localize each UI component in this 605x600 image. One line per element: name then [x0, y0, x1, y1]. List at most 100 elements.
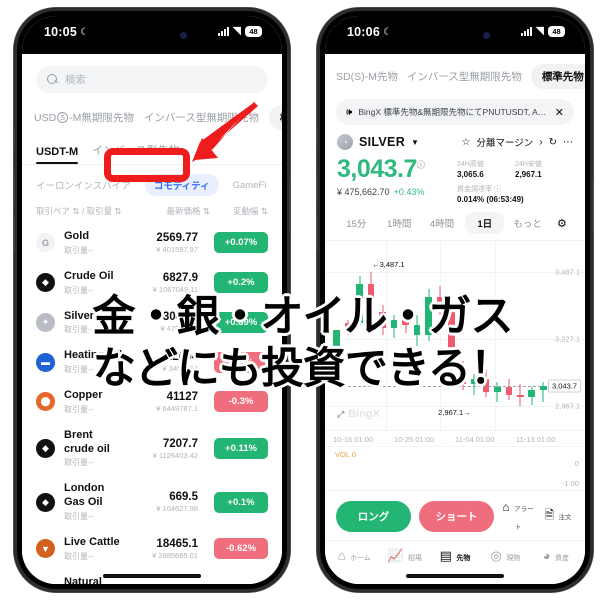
- row-price-fiat: ¥ 2885685.01: [152, 550, 198, 560]
- sub-tab-usdt-m[interactable]: USDT-M: [36, 146, 79, 164]
- row-price-fiat: ¥ 401597.97: [156, 244, 198, 254]
- close-icon[interactable]: ✕: [555, 106, 564, 119]
- power-button-right[interactable]: [592, 178, 593, 232]
- volume-up-button[interactable]: [14, 170, 15, 206]
- column-header-pair[interactable]: 取引ペア ⇅ / 取引量 ⇅: [36, 205, 148, 217]
- speaker-icon: 🕪: [346, 106, 353, 118]
- chevron-down-icon[interactable]: ▼: [411, 138, 419, 147]
- row-price-fiat: ¥ 1126403.42: [152, 450, 198, 460]
- alert-label: アラート: [514, 506, 534, 531]
- status-badge[interactable]: +0.11%: [214, 438, 268, 459]
- volume-pane: VOL 0 0 -1.00: [325, 446, 585, 490]
- price-fiat: ¥ 475,662.70: [337, 186, 390, 197]
- row-price: 6827.9 ¥ 1067049.11: [132, 272, 198, 294]
- refresh-icon[interactable]: ↻: [549, 137, 557, 148]
- right-market-type-tabs: SD(S)-M先物 インバース型無期限先物 標準先物 🎁: [325, 54, 585, 93]
- table-row[interactable]: G Gold 取引量-- 2569.77 ¥ 401597.97 +0.07%: [22, 223, 282, 263]
- category-tab-fantoken[interactable]: ファントークン: [280, 178, 282, 192]
- margin-mode-label[interactable]: 分離マージン: [476, 135, 533, 149]
- red-arrow-icon: [192, 101, 258, 162]
- volume-down-button-right[interactable]: [317, 216, 318, 252]
- row-price: 41127 ¥ 6449787.1: [132, 391, 198, 413]
- timeframe-4h[interactable]: 4時間: [423, 212, 462, 234]
- funding-info-icon[interactable]: ⓘ: [494, 186, 501, 193]
- long-button[interactable]: ロング: [336, 500, 411, 532]
- search-area: 検索: [22, 56, 282, 97]
- row-volume: 取引量--: [64, 551, 94, 561]
- row-price-value: 2569.77: [156, 231, 198, 244]
- timeframe-1h[interactable]: 1時間: [380, 212, 419, 234]
- pie-chart-icon: ◕: [542, 548, 551, 563]
- y-axis-label: 2,967.1: [554, 401, 580, 411]
- table-row[interactable]: ◆ Brent crude oil 取引量-- 7207.7 ¥ 1126403.42 +…: [22, 422, 282, 476]
- status-badge[interactable]: +0.2%: [214, 272, 268, 294]
- tab-spot[interactable]: ◎ 現物: [480, 547, 530, 565]
- coin-icon: G: [36, 233, 55, 253]
- right-status-bar: 10:06 ☾ ◥ 48: [325, 16, 585, 54]
- x-axis-label: 10-16 01:00: [333, 435, 374, 444]
- status-badge[interactable]: -0.62%: [214, 538, 268, 560]
- home-indicator[interactable]: [103, 574, 201, 578]
- tab-inverse-perpetual-right[interactable]: インバース型無期限先物: [407, 69, 522, 84]
- trade-actions: ロング ショート ⌂ アラート 🗎 注文: [325, 490, 585, 540]
- timeframe-1d[interactable]: 1日: [465, 212, 505, 234]
- column-header-change[interactable]: 変動幅 ⇅: [210, 205, 268, 217]
- category-tab-gamefi[interactable]: GameFi: [233, 180, 267, 191]
- market-list: G Gold 取引量-- 2569.77 ¥ 401597.97 +0.07% ◆ Crude…: [22, 223, 282, 584]
- status-time: 10:05 ☾: [44, 25, 89, 39]
- status-badge[interactable]: -0.3%: [214, 391, 268, 413]
- row-volume: 取引量--: [64, 511, 94, 521]
- orders-button[interactable]: 🗎 注文: [542, 506, 574, 527]
- tab-futures-label: 先物: [456, 555, 471, 562]
- mute-switch[interactable]: [14, 128, 15, 150]
- volume-down-button[interactable]: [14, 216, 15, 252]
- tab-usds-m-perpetual[interactable]: USD S -M無期限先物: [34, 110, 134, 125]
- short-button[interactable]: ショート: [419, 500, 494, 532]
- timeframe-15m[interactable]: 15分: [337, 212, 376, 234]
- home-indicator-right[interactable]: [406, 574, 504, 578]
- status-time-right: 10:06 ☾: [347, 25, 392, 39]
- tab-sds-m-futures[interactable]: SD(S)-M先物: [336, 69, 398, 84]
- search-input[interactable]: 検索: [36, 66, 268, 93]
- tab-markets-label: 相場: [407, 555, 422, 562]
- alert-button[interactable]: ⌂ アラート: [502, 498, 534, 534]
- timeframe-more[interactable]: もっと: [508, 212, 547, 234]
- volume-up-button-right[interactable]: [317, 170, 318, 206]
- chevron-right-icon[interactable]: ›: [539, 137, 542, 148]
- candle-body: [516, 394, 524, 398]
- tab-home[interactable]: ⌂ ホーム: [329, 547, 379, 565]
- chart-x-axis: 10-16 01:00 10-25 01:00 11-04 01:00 11-1…: [325, 430, 585, 446]
- gear-icon[interactable]: ⚙: [551, 217, 573, 230]
- bottom-tab-bar: ⌂ ホーム 📈 相場 ▤ 先物 ◎ 現物 ◕ 資産: [325, 540, 585, 568]
- power-button[interactable]: [289, 178, 290, 232]
- funding-rate-label: 資金調達率 ⓘ: [457, 184, 573, 194]
- stat-24h-low-label: 24H安値: [515, 161, 542, 168]
- volume-axis-zero: 0: [574, 459, 579, 468]
- coin-icon: ◆: [36, 439, 55, 458]
- more-icon[interactable]: ⋯: [563, 137, 573, 148]
- stat-24h-high-value: 3,065.6: [457, 170, 484, 179]
- tab-assets[interactable]: ◕ 資産: [531, 547, 581, 565]
- tab-standard-futures[interactable]: 標準先物: [268, 105, 282, 130]
- spot-icon: ◎: [490, 548, 502, 563]
- silver-coin-icon: ◔: [337, 134, 353, 150]
- star-icon[interactable]: ☆: [461, 137, 470, 148]
- table-row[interactable]: ▼ Live Cattle 取引量-- 18465.1 ¥ 2885685.01 -0.6…: [22, 529, 282, 569]
- overlay-headline-line2: などにも投資できる！: [92, 344, 513, 394]
- moon-icon: ☾: [79, 26, 90, 38]
- status-badge[interactable]: +0.07%: [214, 232, 268, 254]
- status-time-text-right: 10:06: [347, 25, 380, 39]
- table-row[interactable]: ◆ London Gas Oil 取引量-- 669.5 ¥ 104627.98 +0.1…: [22, 475, 282, 529]
- symbol-name[interactable]: SILVER: [359, 135, 405, 149]
- tab-standard-futures-right[interactable]: 標準先物: [530, 64, 585, 89]
- announcement-banner[interactable]: 🕪 BingX 標準先物&無期限先物にてPNUTUSDT, ACTUSD... …: [336, 99, 574, 125]
- tab-futures[interactable]: ▤ 先物: [430, 547, 480, 565]
- signal-icon-right: [520, 27, 532, 36]
- status-badge[interactable]: +0.1%: [214, 491, 268, 513]
- chart-high-marker: ←3,487.1: [372, 259, 405, 269]
- column-header-price[interactable]: 最新価格 ⇅: [148, 205, 210, 217]
- mute-switch-right[interactable]: [317, 128, 318, 150]
- overlay-headline-line1: 金・銀・オイル・ガス: [92, 292, 514, 342]
- info-icon[interactable]: ⓘ: [417, 161, 425, 170]
- tab-markets[interactable]: 📈 相場: [379, 547, 429, 565]
